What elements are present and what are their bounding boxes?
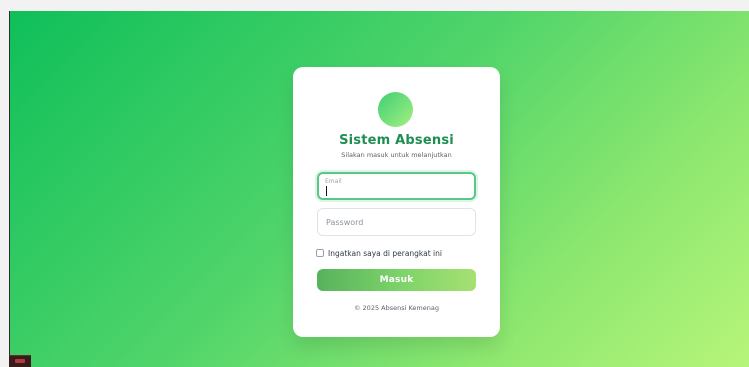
password-input[interactable] xyxy=(318,209,475,235)
page-subtitle: Silakan masuk untuk melanjutkan xyxy=(341,151,452,159)
remember-label: Ingatkan saya di perangkat ini xyxy=(328,248,442,258)
footer-copyright: © 2025 Absensi Kemenag xyxy=(353,304,439,312)
login-card: Sistem Absensi Silakan masuk untuk melan… xyxy=(293,67,500,337)
page-background: Sistem Absensi Silakan masuk untuk melan… xyxy=(9,11,749,367)
password-field[interactable] xyxy=(317,208,476,236)
email-input[interactable] xyxy=(319,174,474,198)
browser-frame: Sistem Absensi Silakan masuk untuk melan… xyxy=(0,0,749,367)
email-field[interactable]: Email xyxy=(317,172,476,200)
remember-me[interactable]: Ingatkan saya di perangkat ini xyxy=(316,247,442,259)
page-title: Sistem Absensi xyxy=(339,133,454,148)
login-button[interactable]: Masuk xyxy=(317,269,476,291)
remember-checkbox[interactable] xyxy=(316,249,324,257)
app-logo xyxy=(378,92,413,127)
bottom-left-widget xyxy=(9,355,31,367)
